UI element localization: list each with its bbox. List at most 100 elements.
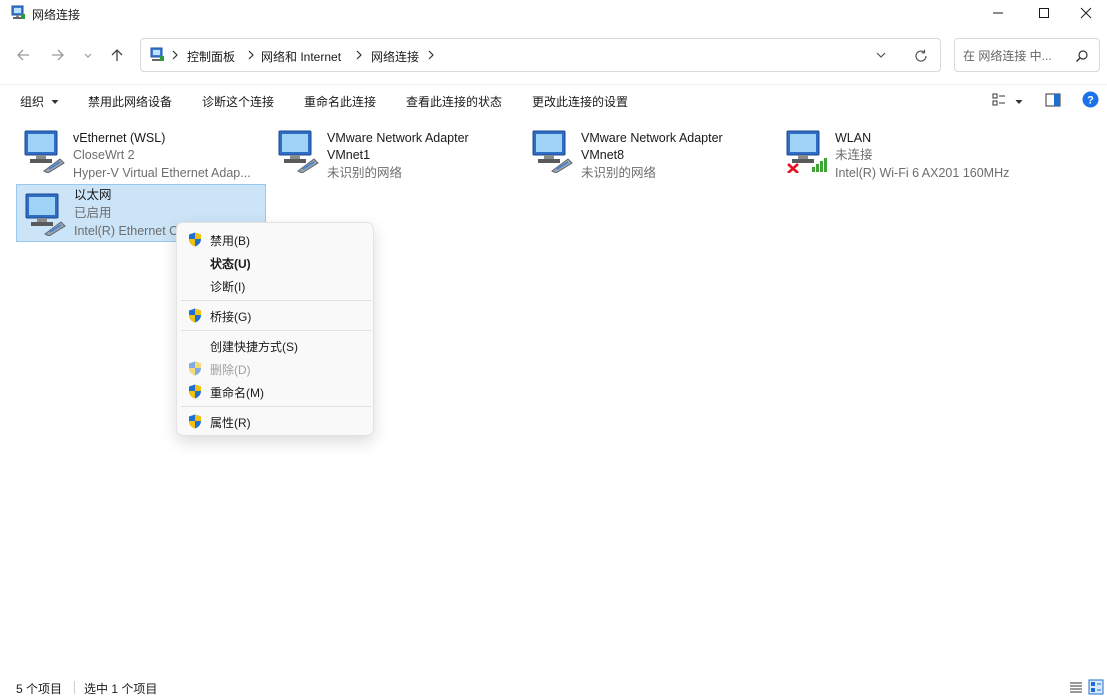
connection-item[interactable]: VMware Network Adapter VMnet8 未识别的网络 bbox=[524, 122, 774, 180]
ethernet-adapter-icon bbox=[24, 130, 65, 173]
minimize-button[interactable] bbox=[975, 0, 1021, 26]
menu-label: 诊断(I) bbox=[210, 280, 246, 294]
connection-status: 已启用 bbox=[74, 206, 112, 220]
connection-network: CloseWrt 2 bbox=[73, 148, 135, 162]
uac-shield-icon bbox=[189, 384, 201, 399]
menu-item-status[interactable]: 状态(U) bbox=[181, 251, 369, 273]
menu-item-properties[interactable]: 属性(R) bbox=[181, 410, 369, 432]
title-bar: 网络连接 bbox=[0, 0, 1107, 28]
connection-name: 以太网 bbox=[74, 188, 112, 202]
help-icon: ? bbox=[1082, 91, 1099, 108]
diagnose-connection-button[interactable]: 诊断这个连接 bbox=[202, 93, 274, 110]
view-status-button[interactable]: 查看此连接的状态 bbox=[406, 93, 502, 110]
connection-network: VMnet8 bbox=[581, 148, 625, 162]
connection-name: VMware Network Adapter bbox=[327, 131, 469, 145]
connection-device: Intel(R) Wi-Fi 6 AX201 160MHz bbox=[835, 166, 1010, 180]
breadcrumb-network-internet[interactable]: 网络和 Internet bbox=[261, 48, 341, 65]
menu-item-rename[interactable]: 重命名(M) bbox=[181, 380, 369, 402]
connection-name: VMware Network Adapter bbox=[581, 131, 723, 145]
navigation-bar: 控制面板 网络和 Internet 网络连接 bbox=[0, 36, 1107, 74]
address-bar[interactable]: 控制面板 网络和 Internet 网络连接 bbox=[140, 38, 941, 72]
menu-item-delete: 删除(D) bbox=[181, 357, 369, 379]
address-dropdown-button[interactable] bbox=[875, 49, 889, 63]
arrow-left-icon bbox=[17, 49, 29, 61]
menu-item-create-shortcut[interactable]: 创建快捷方式(S) bbox=[181, 334, 369, 356]
details-view-icon bbox=[1070, 682, 1082, 693]
change-settings-button[interactable]: 更改此连接的设置 bbox=[532, 93, 628, 110]
connection-status: 未连接 bbox=[835, 148, 873, 162]
connection-item[interactable]: WLAN 未连接 Intel(R) Wi-Fi 6 AX201 160MHz bbox=[778, 122, 1040, 180]
menu-label: 状态(U) bbox=[210, 257, 251, 271]
close-button[interactable] bbox=[1063, 0, 1107, 26]
caret-down-icon bbox=[51, 100, 59, 104]
wlan-disconnected-icon bbox=[786, 130, 827, 173]
status-divider bbox=[74, 681, 75, 694]
connection-network: VMnet1 bbox=[327, 148, 371, 162]
help-button[interactable]: ? bbox=[1082, 91, 1099, 108]
svg-text:?: ? bbox=[1087, 95, 1094, 107]
organize-button[interactable]: 组织 bbox=[20, 93, 59, 110]
minimize-icon bbox=[993, 12, 1003, 14]
menu-separator bbox=[181, 330, 371, 331]
search-box[interactable] bbox=[954, 38, 1100, 72]
chevron-right-icon[interactable] bbox=[247, 48, 255, 62]
menu-item-diagnose[interactable]: 诊断(I) bbox=[181, 274, 369, 296]
ethernet-adapter-icon bbox=[278, 130, 319, 173]
rename-connection-button[interactable]: 重命名此连接 bbox=[304, 93, 376, 110]
chevron-down-icon bbox=[84, 53, 92, 58]
connection-device: Intel(R) Ethernet C bbox=[74, 224, 179, 238]
context-menu: 禁用(B) 状态(U) 诊断(I) 桥接(G) 创建快捷方式(S) 删除(D) … bbox=[176, 222, 374, 436]
breadcrumb-control-panel[interactable]: 控制面板 bbox=[187, 48, 235, 65]
refresh-icon bbox=[915, 49, 927, 62]
menu-item-bridge[interactable]: 桥接(G) bbox=[181, 304, 369, 326]
menu-label: 属性(R) bbox=[210, 416, 251, 430]
connection-name: WLAN bbox=[835, 131, 872, 145]
organize-label: 组织 bbox=[20, 95, 45, 109]
network-connections-icon bbox=[11, 5, 25, 19]
change-view-button[interactable] bbox=[992, 93, 1006, 107]
search-icon bbox=[1076, 50, 1088, 62]
connection-status: 未识别的网络 bbox=[581, 166, 657, 180]
recent-locations-button[interactable] bbox=[78, 44, 98, 66]
selected-count: 选中 1 个项目 bbox=[84, 682, 158, 696]
close-icon bbox=[1080, 7, 1092, 19]
up-button[interactable] bbox=[106, 44, 128, 66]
menu-label: 桥接(G) bbox=[210, 310, 252, 324]
details-view-button[interactable] bbox=[1068, 679, 1084, 695]
connection-device: Hyper-V Virtual Ethernet Adap... bbox=[73, 166, 251, 180]
connection-item[interactable]: VMware Network Adapter VMnet1 未识别的网络 bbox=[270, 122, 520, 180]
uac-shield-icon bbox=[189, 308, 201, 323]
connection-name: vEthernet (WSL) bbox=[73, 131, 166, 145]
uac-shield-icon bbox=[189, 232, 201, 247]
window-title: 网络连接 bbox=[32, 8, 81, 22]
menu-item-disable[interactable]: 禁用(B) bbox=[181, 228, 369, 250]
menu-label: 删除(D) bbox=[210, 363, 251, 377]
caret-down-icon bbox=[1015, 100, 1023, 104]
forward-button[interactable] bbox=[47, 44, 69, 66]
connection-status: 未识别的网络 bbox=[327, 166, 403, 180]
ethernet-adapter-icon bbox=[25, 193, 66, 236]
disable-device-button[interactable]: 禁用此网络设备 bbox=[88, 93, 172, 110]
view-options-icon bbox=[992, 93, 1005, 106]
chevron-right-icon[interactable] bbox=[355, 48, 363, 62]
back-button[interactable] bbox=[12, 44, 34, 66]
breadcrumb-network-connections[interactable]: 网络连接 bbox=[371, 48, 419, 65]
tiles-view-icon bbox=[1088, 679, 1104, 695]
connection-item[interactable]: vEthernet (WSL) CloseWrt 2 Hyper-V Virtu… bbox=[16, 122, 266, 180]
refresh-button[interactable] bbox=[913, 48, 929, 64]
arrow-right-icon bbox=[52, 49, 64, 61]
command-bar: 组织 禁用此网络设备 诊断这个连接 重命名此连接 查看此连接的状态 更改此连接的… bbox=[0, 84, 1107, 116]
search-input[interactable] bbox=[963, 47, 1071, 65]
tiles-view-button[interactable] bbox=[1088, 679, 1104, 695]
preview-pane-button[interactable] bbox=[1045, 93, 1061, 107]
chevron-right-icon[interactable] bbox=[427, 48, 435, 62]
menu-label: 重命名(M) bbox=[210, 386, 264, 400]
status-bar: 5 个项目 选中 1 个项目 bbox=[0, 676, 1107, 698]
view-dropdown-button[interactable] bbox=[1015, 95, 1025, 105]
maximize-button[interactable] bbox=[1021, 0, 1067, 26]
menu-label: 禁用(B) bbox=[210, 234, 250, 248]
arrow-up-icon bbox=[111, 49, 123, 61]
chevron-right-icon bbox=[171, 48, 179, 62]
control-panel-icon bbox=[150, 47, 164, 61]
menu-label: 创建快捷方式(S) bbox=[210, 340, 298, 354]
